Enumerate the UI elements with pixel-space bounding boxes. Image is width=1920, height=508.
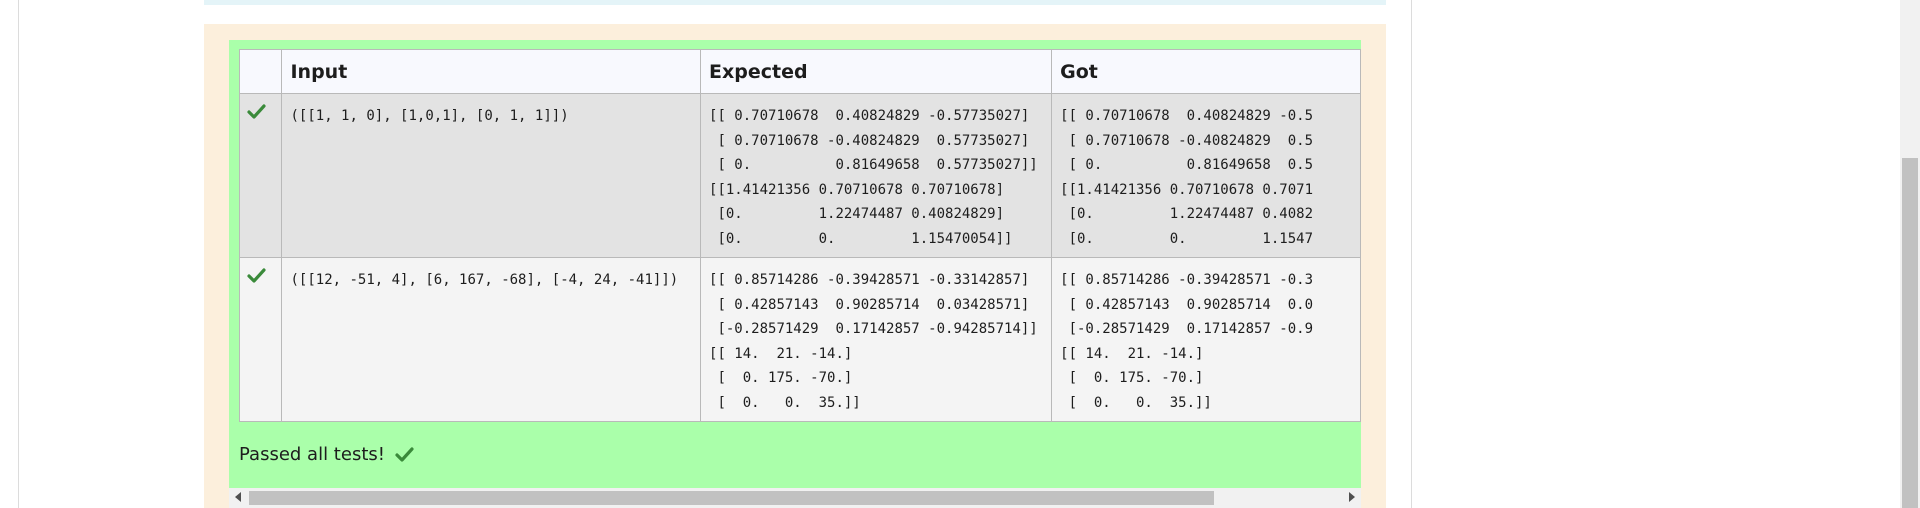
got-value: [[ 0.85714286 -0.39428571 -0.3 [ 0.42857… bbox=[1060, 272, 1314, 411]
expected-cell: [[ 0.70710678 0.40824829 -0.57735027] [ … bbox=[700, 93, 1053, 258]
input-value: ([[1, 1, 0], [1,0,1], [0, 1, 1]]) bbox=[290, 108, 569, 124]
previous-panel-bottom bbox=[204, 0, 1386, 5]
status-cell bbox=[238, 93, 283, 258]
check-icon bbox=[395, 446, 414, 462]
horizontal-scroll-thumb[interactable] bbox=[249, 491, 1214, 505]
scroll-left-arrow-icon[interactable] bbox=[235, 492, 241, 502]
status-column-header bbox=[238, 49, 283, 94]
expected-cell: [[ 0.85714286 -0.39428571 -0.33142857] [… bbox=[700, 257, 1053, 422]
test-results-table: Input Expected Got ([[1, 1, 0], [1,0,1],… bbox=[238, 49, 1361, 422]
table-header-row: Input Expected Got bbox=[238, 49, 1361, 94]
test-results-box: Input Expected Got ([[1, 1, 0], [1,0,1],… bbox=[229, 40, 1361, 488]
vertical-scroll-thumb[interactable] bbox=[1902, 158, 1918, 508]
expected-column-header: Expected bbox=[700, 49, 1053, 94]
got-value: [[ 0.70710678 0.40824829 -0.5 [ 0.707106… bbox=[1060, 108, 1314, 247]
vertical-scrollbar[interactable] bbox=[1900, 0, 1920, 508]
check-icon bbox=[247, 104, 266, 119]
passed-label: Passed all tests! bbox=[239, 443, 385, 465]
input-cell: ([[1, 1, 0], [1,0,1], [0, 1, 1]]) bbox=[281, 93, 702, 258]
input-value: ([[12, -51, 4], [6, 167, -68], [-4, 24, … bbox=[290, 272, 679, 288]
got-cell: [[ 0.85714286 -0.39428571 -0.3 [ 0.42857… bbox=[1051, 257, 1361, 422]
table-row: ([[1, 1, 0], [1,0,1], [0, 1, 1]]) [[ 0.7… bbox=[238, 93, 1361, 258]
status-cell bbox=[238, 257, 283, 422]
got-cell: [[ 0.70710678 0.40824829 -0.5 [ 0.707106… bbox=[1051, 93, 1361, 258]
content-right-border bbox=[1411, 0, 1412, 508]
scroll-right-arrow-icon[interactable] bbox=[1349, 492, 1355, 502]
content-left-border bbox=[18, 0, 19, 508]
passed-all-tests-message: Passed all tests! bbox=[239, 440, 414, 468]
expected-value: [[ 0.85714286 -0.39428571 -0.33142857] [… bbox=[709, 272, 1038, 411]
table-row: ([[12, -51, 4], [6, 167, -68], [-4, 24, … bbox=[238, 257, 1361, 422]
check-icon bbox=[247, 268, 266, 283]
got-column-header: Got bbox=[1051, 49, 1361, 94]
horizontal-scrollbar[interactable] bbox=[229, 488, 1361, 508]
input-column-header: Input bbox=[281, 49, 702, 94]
input-cell: ([[12, -51, 4], [6, 167, -68], [-4, 24, … bbox=[281, 257, 702, 422]
expected-value: [[ 0.70710678 0.40824829 -0.57735027] [ … bbox=[709, 108, 1038, 247]
